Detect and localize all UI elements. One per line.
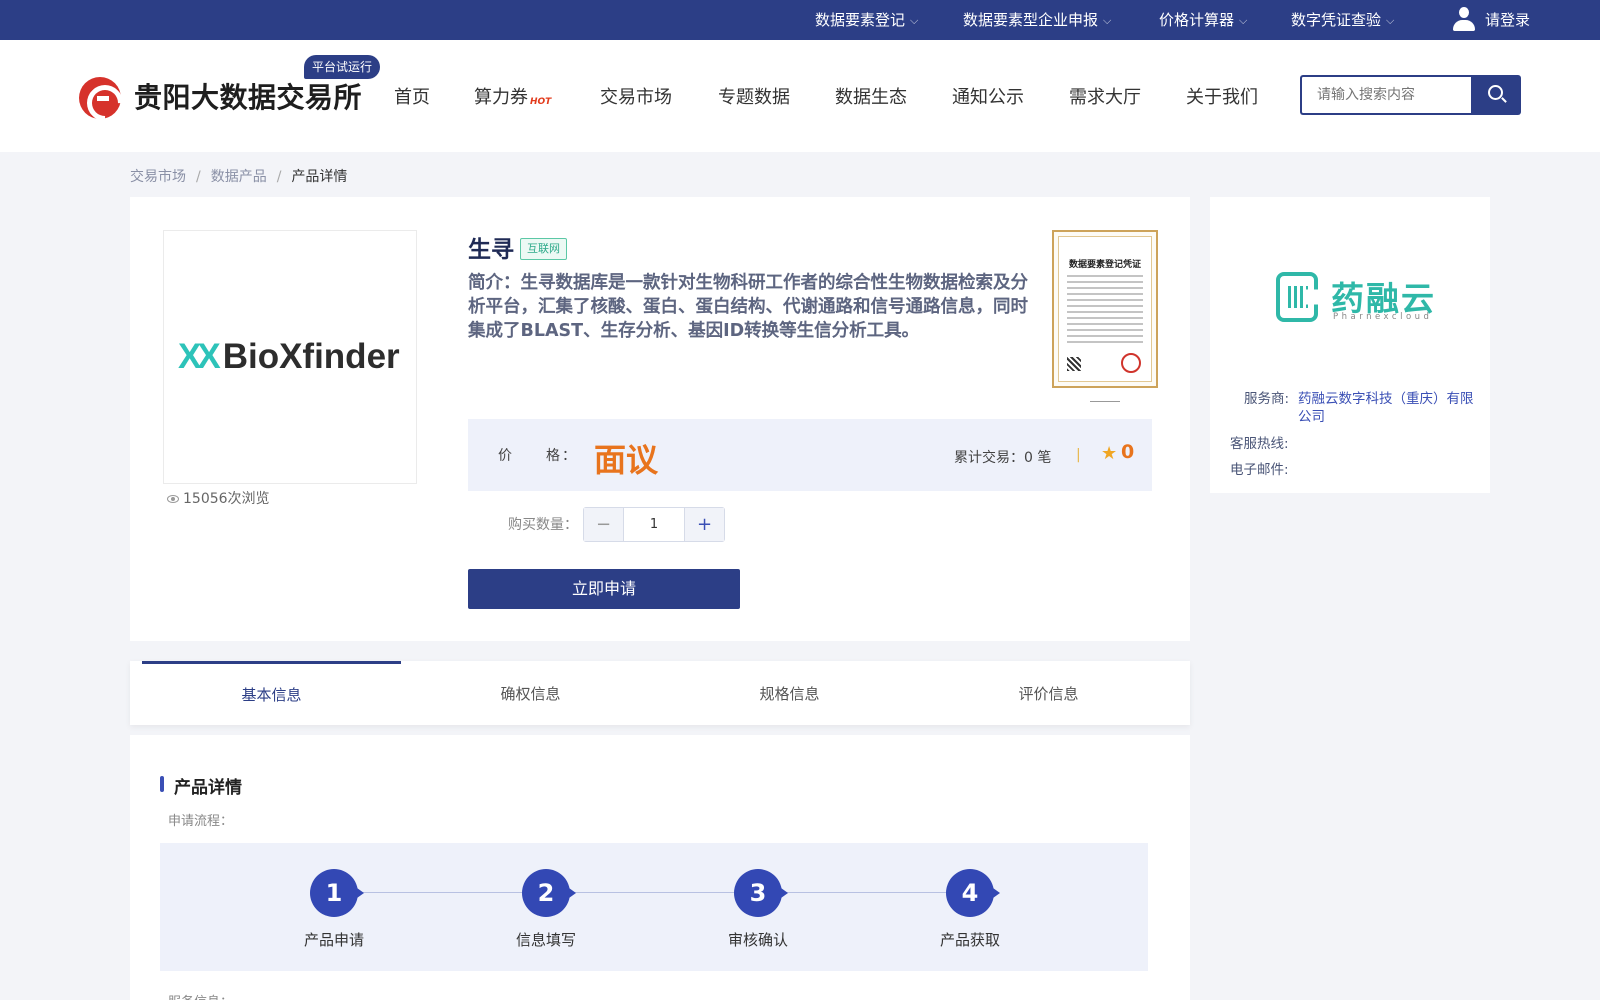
provider-name[interactable]: 药融云数字科技（重庆）有限 xyxy=(1298,387,1474,407)
step-number: 1 xyxy=(310,869,364,917)
detail-tabs: 基本信息 确权信息 规格信息 评价信息 xyxy=(130,661,1190,725)
provider-card: 药融云 Pharnexcloud 服务商: 药融云数字科技（重庆）有限 公司 客… xyxy=(1210,197,1490,493)
nav-home[interactable]: 首页 xyxy=(394,83,430,109)
product-image: XX BioXfinder xyxy=(163,230,417,484)
breadcrumb: 交易市场 / 数据产品 / 产品详情 xyxy=(130,169,348,185)
topbar-enterprise-declaration[interactable]: 数据要素型企业申报 ⌵ xyxy=(963,0,1111,40)
chevron-down-icon: ⌵ xyxy=(1103,14,1112,27)
nav-topic-data[interactable]: 专题数据 xyxy=(718,83,790,109)
bioxfinder-logo: XX BioXfinder xyxy=(178,337,400,376)
certificate-title: 数据要素登记凭证 xyxy=(1068,260,1141,270)
apply-now-button[interactable]: 立即申请 xyxy=(468,569,740,609)
step-label: 信息填写 xyxy=(515,931,576,949)
flow-step: 4 产品获取 xyxy=(900,869,1040,950)
tab-spec-info[interactable]: 规格信息 xyxy=(660,661,919,725)
increase-quantity-button[interactable]: + xyxy=(684,508,724,541)
tab-review-info[interactable]: 评价信息 xyxy=(919,661,1178,725)
quantity-label: 购买数量： xyxy=(508,517,578,533)
product-details-section: 产品详情 申请流程： 1 产品申请 2 信息填写 3 审核确认 4 产品获取 服… xyxy=(130,735,1190,1000)
search-input[interactable] xyxy=(1300,75,1471,115)
product-intro: 简介：生寻数据库是一款针对生物科研工作者的综合性生物数据检索及分析平台，汇集了核… xyxy=(468,273,1028,341)
site-logo-text[interactable]: 贵阳大数据交易所 xyxy=(134,76,362,116)
section-title: 产品详情 xyxy=(160,773,242,798)
topbar-certificate-check[interactable]: 数字凭证查验 ⌵ xyxy=(1291,0,1394,40)
star-icon: ★ xyxy=(1101,443,1118,464)
provider-service-row: 服务商: xyxy=(1244,387,1289,407)
flow-step: 2 信息填写 xyxy=(476,869,616,950)
top-utility-bar: 数据要素登记 ⌵ 数据要素型企业申报 ⌵ 价格计算器 ⌵ 数字凭证查验 ⌵ 请登录 xyxy=(0,0,1600,40)
nav-trading-market[interactable]: 交易市场 xyxy=(600,83,672,109)
email-label: 电子邮件: xyxy=(1230,462,1289,478)
application-flow: 1 产品申请 2 信息填写 3 审核确认 4 产品获取 xyxy=(160,843,1148,971)
topbar-price-calculator[interactable]: 价格计算器 ⌵ xyxy=(1159,0,1247,40)
rating-value: 0 xyxy=(1121,441,1135,463)
search-icon xyxy=(1488,85,1503,100)
exchange-logo-icon[interactable] xyxy=(79,77,121,119)
qr-code-icon xyxy=(1067,357,1081,371)
registration-certificate[interactable]: 数据要素登记凭证 xyxy=(1052,230,1158,388)
search-button[interactable] xyxy=(1471,75,1521,115)
nav-demand-hall[interactable]: 需求大厅 xyxy=(1069,83,1141,109)
flow-step: 3 审核确认 xyxy=(688,869,828,950)
topbar-data-registration[interactable]: 数据要素登记 ⌵ xyxy=(815,0,918,40)
chevron-down-icon: ⌵ xyxy=(1386,14,1395,27)
step-label: 产品申请 xyxy=(303,931,364,949)
step-number: 2 xyxy=(522,869,576,917)
breadcrumb-data-products[interactable]: 数据产品 xyxy=(211,169,267,185)
chevron-down-icon: ⌵ xyxy=(910,14,919,27)
provider-name-cont[interactable]: 公司 xyxy=(1298,405,1325,425)
trade-count: 累计交易：0 笔 xyxy=(954,450,1052,466)
step-number: 4 xyxy=(946,869,1000,917)
nav-about-us[interactable]: 关于我们 xyxy=(1186,83,1258,109)
quantity-stepper: − 1 + xyxy=(583,507,725,542)
chevron-down-icon: ⌵ xyxy=(1239,14,1248,27)
category-tag: 互联网 xyxy=(520,238,567,260)
login-link[interactable]: 请登录 xyxy=(1453,0,1530,40)
product-card: XX BioXfinder 15056次浏览 生寻 互联网 简介：生寻数据库是一款… xyxy=(130,197,1190,641)
step-label: 审核确认 xyxy=(727,931,788,949)
step-label: 产品获取 xyxy=(939,931,1000,949)
nav-compute-voucher[interactable]: 算力券 HOT xyxy=(474,83,551,109)
nav-data-ecosystem[interactable]: 数据生态 xyxy=(835,83,907,109)
decrease-quantity-button[interactable]: − xyxy=(584,508,624,541)
nav-notices[interactable]: 通知公示 xyxy=(952,83,1024,109)
quantity-input[interactable]: 1 xyxy=(624,508,684,541)
seal-icon xyxy=(1121,353,1141,373)
flow-step: 1 产品申请 xyxy=(264,869,404,950)
service-label: 服务商: xyxy=(1244,391,1290,407)
trial-badge: 平台试运行 xyxy=(304,55,381,79)
provider-logo[interactable]: 药融云 Pharnexcloud xyxy=(1276,272,1434,332)
tab-basic-info[interactable]: 基本信息 xyxy=(142,661,401,725)
price-panel: 价 格： 面议 累计交易：0 笔 | ★ 0 xyxy=(468,419,1152,491)
price-label: 价 格： xyxy=(498,448,578,464)
certificate-divider xyxy=(1090,401,1120,402)
hotline-label: 客服热线: xyxy=(1230,436,1289,452)
breadcrumb-current: 产品详情 xyxy=(291,169,348,185)
flow-connector xyxy=(332,892,972,893)
view-count: 15056次浏览 xyxy=(167,488,270,508)
breadcrumb-trading-market[interactable]: 交易市场 xyxy=(130,169,186,185)
application-flow-label: 申请流程： xyxy=(168,814,234,829)
step-number: 3 xyxy=(734,869,788,917)
eye-icon xyxy=(167,495,179,503)
product-name: 生寻 xyxy=(468,237,514,263)
service-info-label: 服务信息： xyxy=(168,991,233,1000)
tab-rights-info[interactable]: 确权信息 xyxy=(401,661,660,725)
price-value: 面议 xyxy=(594,441,659,479)
user-icon xyxy=(1453,6,1475,31)
pharnexcloud-logo-icon xyxy=(1276,272,1318,322)
hot-badge: HOT xyxy=(530,97,552,107)
